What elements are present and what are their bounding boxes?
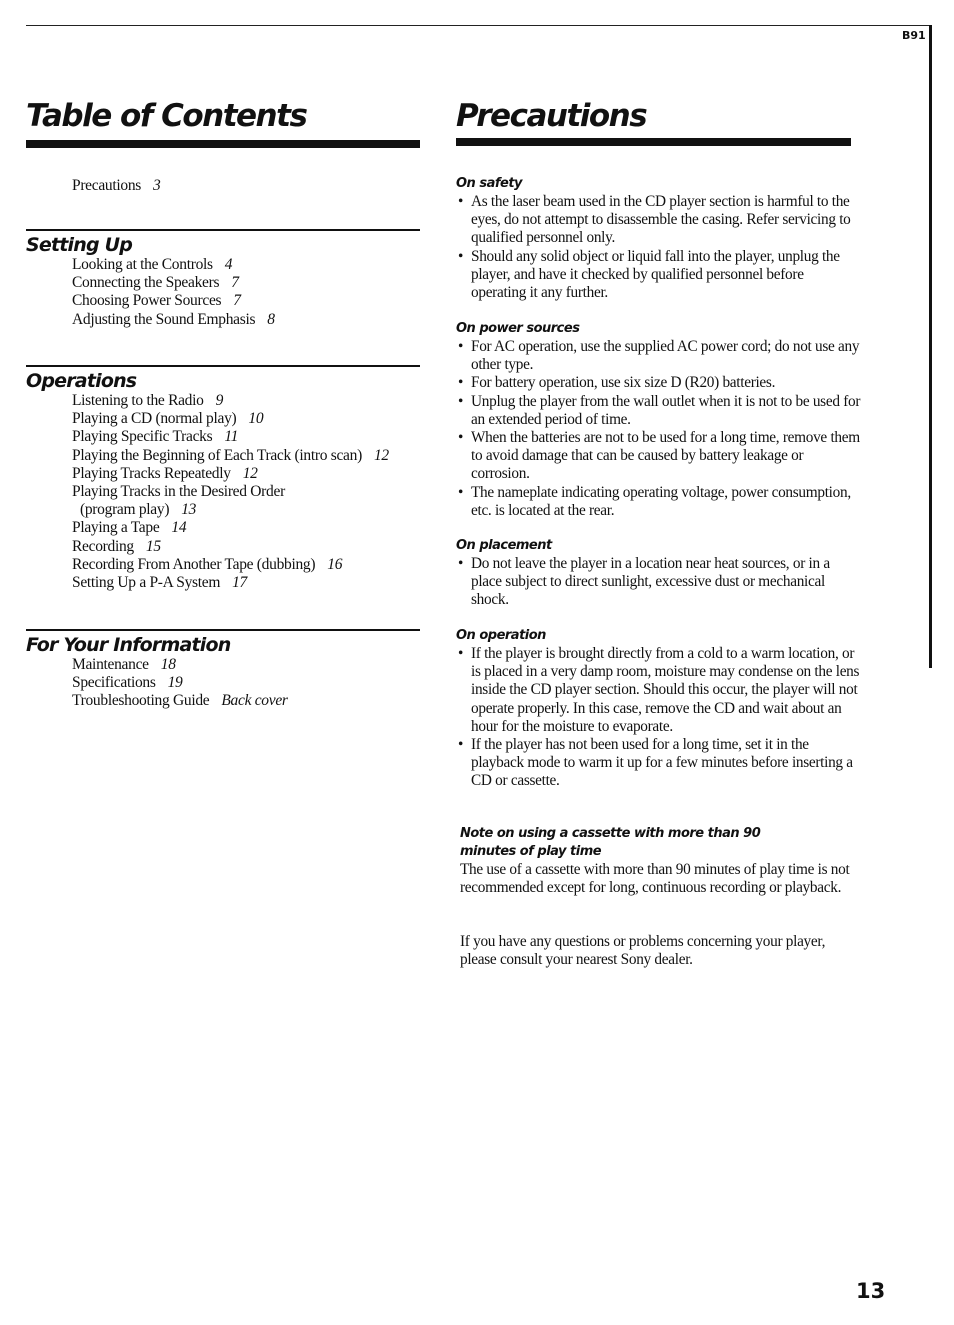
- bullet-icon: •: [458, 338, 464, 355]
- subheading: On safety: [456, 176, 523, 191]
- bullet-item: • If the player has not been used for a l…: [458, 736, 853, 790]
- bullet-item: • The nameplate indicating operating volt…: [458, 483, 851, 519]
- closing-paragraph: If you have any questions or problems co…: [460, 933, 826, 969]
- toc-item[interactable]: Adjusting the Sound Emphasis 8: [26, 311, 420, 329]
- bullet-icon: •: [458, 193, 464, 210]
- page-number: 13: [856, 1279, 886, 1303]
- section-on-power-sources: On power sources • For AC operation, use …: [456, 320, 861, 520]
- toc-item[interactable]: Troubleshooting Guide Back cover: [26, 692, 420, 710]
- toc-item[interactable]: Playing a Tape 14: [26, 519, 420, 537]
- section-on-placement: On placement • Do not leave the player in…: [456, 537, 861, 610]
- toc-item[interactable]: Choosing Power Sources 7: [26, 292, 420, 310]
- precautions-title-bar: [456, 138, 851, 146]
- section-rule: [26, 229, 420, 231]
- toc-item[interactable]: Playing Specific Tracks 11: [26, 428, 420, 446]
- toc-item[interactable]: Maintenance 18: [26, 656, 420, 674]
- bullet-item: • As the laser beam used in the CD player…: [458, 193, 851, 247]
- section-title: Operations: [26, 370, 137, 392]
- subheading: On placement: [456, 538, 552, 553]
- bullet-item: • When the batteries are not to be used f…: [458, 429, 860, 483]
- toc-item[interactable]: Listening to the Radio 9: [26, 392, 420, 410]
- toc-item[interactable]: Playing Tracks Repeatedly 12: [26, 465, 420, 483]
- toc-section-for-your-information: For Your Information Maintenance 18 Speci…: [26, 629, 420, 711]
- bullet-icon: •: [458, 247, 464, 265]
- toc-section-setting-up: Setting Up Looking at the Controls 4 Conn…: [26, 229, 420, 329]
- section-on-operation: On operation • If the player is brought d…: [456, 627, 861, 791]
- section-on-safety: On safety • As the laser beam used in the…: [456, 175, 861, 302]
- cassette-note-body: The use of a cassette with more than 90 …: [460, 861, 850, 897]
- bullet-icon: •: [458, 736, 464, 754]
- toc-title: Table of Contents: [26, 98, 308, 134]
- bullet-icon: •: [458, 483, 464, 501]
- bullet-icon: •: [458, 392, 464, 410]
- toc-section-operations: Operations Listening to the Radio 9 Playi…: [26, 365, 420, 592]
- bullet-icon: •: [458, 555, 464, 572]
- bullet-item: • If the player is brought directly from …: [458, 645, 860, 735]
- subheading: On power sources: [456, 321, 580, 336]
- section-rule: [26, 629, 420, 631]
- subheading: On operation: [456, 628, 546, 643]
- toc-intro: Precautions 3: [26, 177, 420, 195]
- toc-item-continuation[interactable]: (program play) 13: [26, 501, 420, 519]
- subheading: Note on using a cassette with more than …: [460, 826, 761, 859]
- section-title: For Your Information: [26, 634, 231, 656]
- toc-item[interactable]: Looking at the Controls 4: [26, 256, 420, 274]
- section-title: Setting Up: [26, 234, 133, 256]
- bullet-item: • Unplug the player from the wall outlet …: [458, 392, 861, 428]
- toc-item[interactable]: Connecting the Speakers 7: [26, 274, 420, 292]
- top-rule: [26, 25, 932, 26]
- bullet-icon: •: [458, 374, 464, 392]
- toc-title-bar: [26, 140, 420, 148]
- bullet-item: • For AC operation, use the supplied AC p…: [458, 338, 860, 374]
- model-code: B91: [902, 29, 926, 42]
- toc-item[interactable]: Playing a CD (normal play) 10: [26, 410, 420, 428]
- toc-item[interactable]: Recording From Another Tape (dubbing) 16: [26, 556, 420, 574]
- section-rule: [26, 365, 420, 367]
- section-cassette-note: Note on using a cassette with more than …: [460, 825, 865, 897]
- toc-item[interactable]: Playing the Beginning of Each Track (int…: [26, 447, 420, 465]
- bullet-item: • Should any solid object or liquid fall …: [458, 247, 840, 302]
- toc-item[interactable]: Playing Tracks in the Desired Order: [26, 483, 420, 501]
- precautions-title: Precautions: [456, 98, 648, 134]
- toc-item[interactable]: Recording 15: [26, 538, 420, 556]
- bullet-icon: •: [458, 429, 464, 447]
- bullet-item: • For battery operation, use six size D (…: [458, 374, 776, 392]
- toc-item[interactable]: Precautions 3: [26, 177, 420, 195]
- bullet-icon: •: [458, 645, 464, 662]
- bullet-item: • Do not leave the player in a location n…: [458, 555, 830, 609]
- toc-item[interactable]: Specifications 19: [26, 674, 420, 692]
- toc-item[interactable]: Setting Up a P-A System 17: [26, 574, 420, 592]
- right-margin-rule: [929, 25, 932, 668]
